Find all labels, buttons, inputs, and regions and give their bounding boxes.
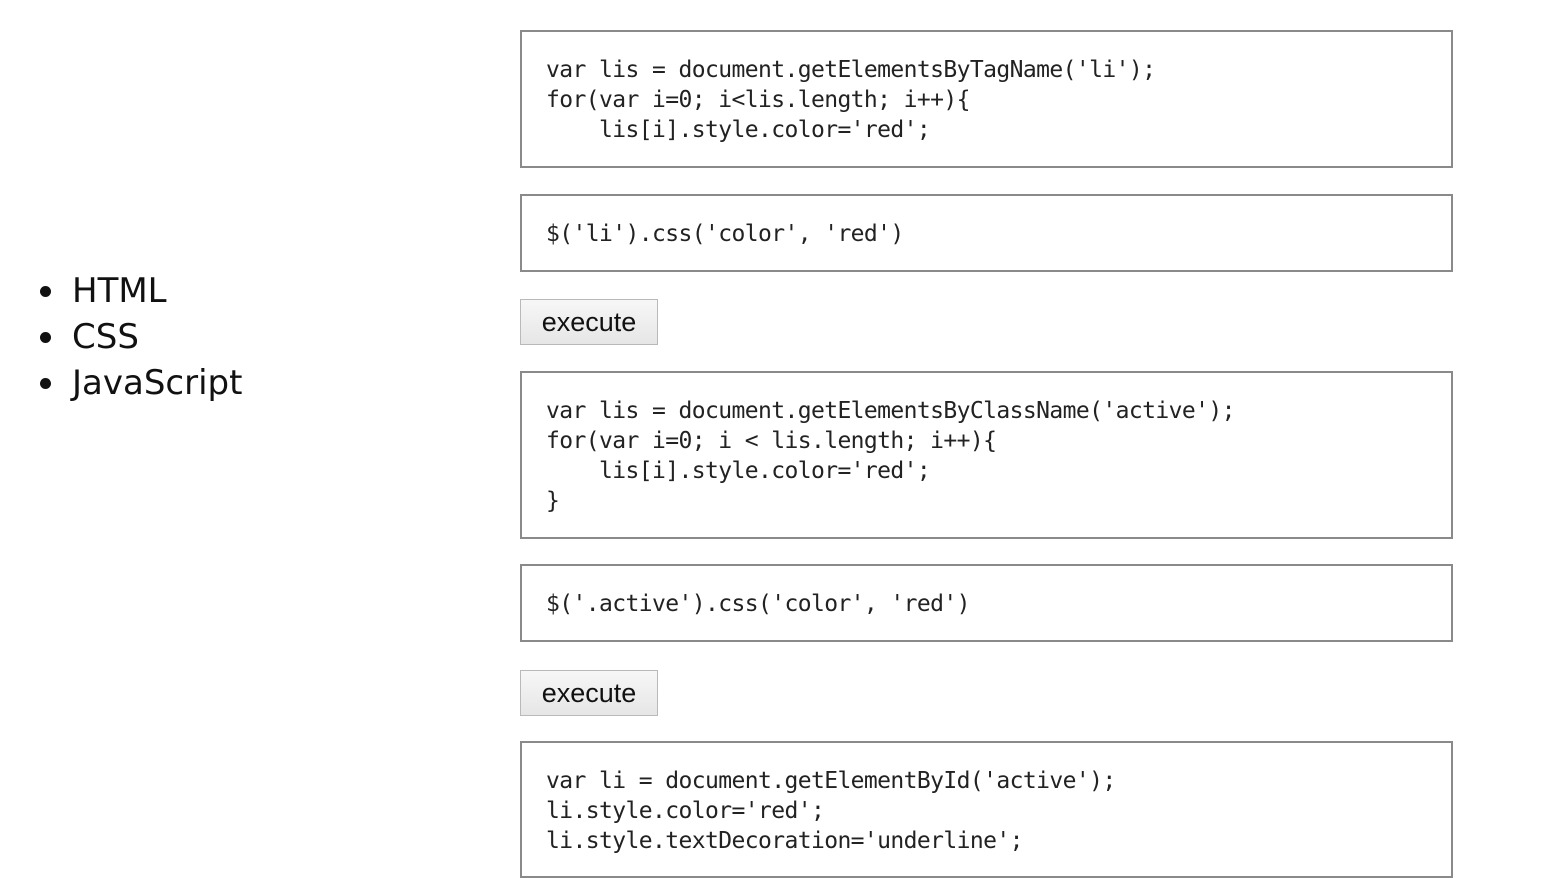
list-item-css: CSS [40,314,242,360]
list-item-label: CSS [72,317,139,357]
code-text: $('li').css('color', 'red') [546,221,904,247]
list-item-label: HTML [72,271,167,311]
code-block-id-js: var li = document.getElementById('active… [520,741,1453,878]
list-item-html: HTML [40,268,242,314]
bullet-icon [40,332,51,343]
code-block-tagname-js: var lis = document.getElementsByTagName(… [520,30,1453,168]
code-block-classname-js: var lis = document.getElementsByClassNam… [520,371,1453,539]
list-item-label: JavaScript [72,363,243,403]
bullet-icon [40,286,51,297]
code-text: var lis = document.getElementsByTagName(… [546,57,1156,143]
code-block-classname-jquery: $('.active').css('color', 'red') [520,564,1453,642]
bullet-icon [40,378,51,389]
execute-button[interactable]: execute [520,299,658,345]
page: HTML CSS JavaScript var lis = document.g… [0,0,1567,878]
code-text: var lis = document.getElementsByClassNam… [546,398,1235,514]
code-block-tagname-jquery: $('li').css('color', 'red') [520,194,1453,272]
execute-button[interactable]: execute [520,670,658,716]
code-text: $('.active').css('color', 'red') [546,591,971,617]
code-text: var li = document.getElementById('active… [546,768,1116,854]
tech-list: HTML CSS JavaScript [40,268,242,406]
list-item-javascript: JavaScript [40,360,242,406]
